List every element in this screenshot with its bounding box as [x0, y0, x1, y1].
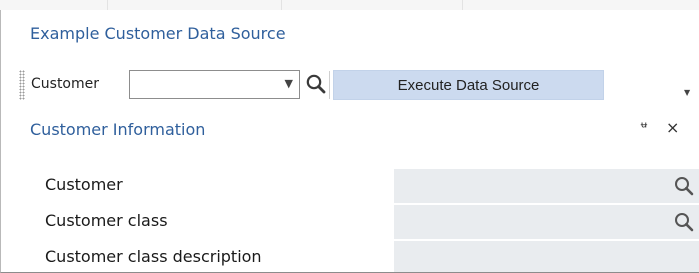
field-row-customer-class-description: Customer class description — [0, 241, 699, 272]
toolbar-overflow-icon[interactable]: ▼ — [684, 88, 690, 97]
field-row-customer-class: Customer class — [0, 205, 699, 241]
strip-divider — [462, 0, 463, 10]
toolbar-separator — [329, 71, 330, 99]
pin-icon[interactable]: ᶶ — [640, 118, 648, 137]
search-button[interactable] — [305, 71, 327, 97]
customer-field[interactable] — [394, 169, 699, 203]
top-strip — [0, 0, 699, 10]
lookup-button[interactable] — [673, 175, 695, 197]
data-source-title: Example Customer Data Source — [30, 24, 286, 43]
panel-title: Customer Information — [30, 120, 206, 139]
field-row-customer: Customer — [0, 169, 699, 205]
lookup-button[interactable] — [673, 211, 695, 233]
strip-divider — [107, 0, 108, 10]
field-label: Customer — [45, 175, 123, 194]
field-label: Customer class — [45, 211, 168, 230]
customer-combobox[interactable]: ▼ — [129, 70, 300, 99]
strip-divider — [281, 0, 282, 10]
customer-parameter-label: Customer — [31, 76, 100, 92]
close-icon[interactable]: × — [666, 118, 679, 137]
magnifier-icon — [306, 74, 326, 94]
magnifier-icon — [675, 177, 694, 196]
parameter-toolbar: Customer ▼ Execute Data Source ▼ — [19, 68, 699, 106]
magnifier-icon — [675, 213, 694, 232]
chevron-down-icon[interactable]: ▼ — [285, 77, 293, 90]
field-label: Customer class description — [45, 247, 262, 266]
customer-class-description-field[interactable] — [394, 241, 699, 272]
toolbar-grip-handle[interactable] — [19, 70, 25, 100]
customer-class-field[interactable] — [394, 205, 699, 239]
execute-data-source-button[interactable]: Execute Data Source — [333, 70, 604, 100]
